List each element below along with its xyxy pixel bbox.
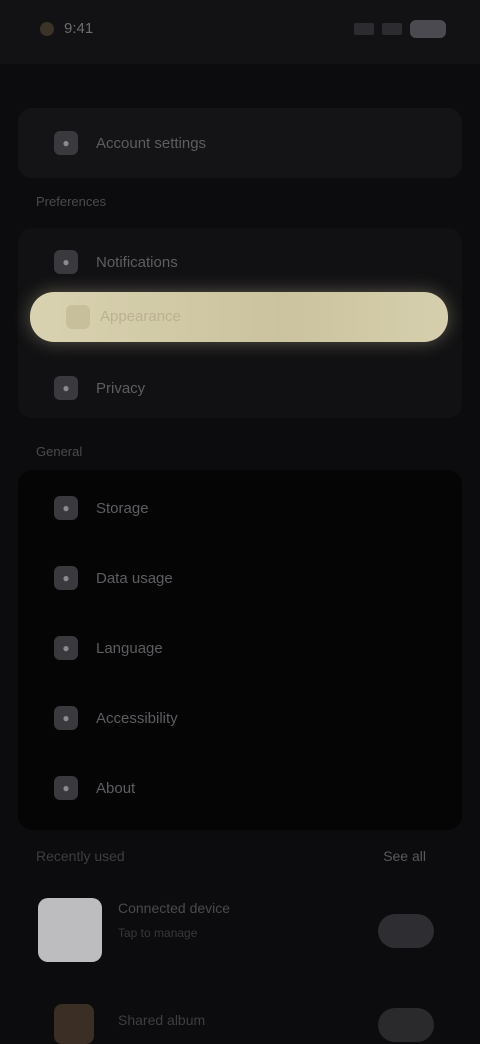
status-icons [354,20,446,38]
list-item[interactable]: ● Storage [18,496,462,520]
folder-icon: ● [54,496,78,520]
user-icon: ● [54,131,78,155]
palette-icon [66,305,90,329]
lock-icon: ● [54,376,78,400]
list-item-label: Storage [96,499,149,517]
battery-icon [410,20,446,38]
see-all-link[interactable]: See all [383,848,426,864]
album-thumbnail[interactable] [54,1004,94,1044]
open-button[interactable] [378,914,434,948]
top-item-label: Account settings [96,134,207,152]
list-item[interactable]: ● Accessibility [18,706,462,730]
card-title: Shared album [118,1012,206,1028]
list-item-label: Appearance [100,308,181,325]
selected-item-highlight[interactable]: Appearance [30,292,448,342]
accessibility-icon: ● [54,706,78,730]
device-thumbnail[interactable] [38,898,102,962]
recent-section-title: Recently used [36,848,125,864]
section-title-general: General [36,444,83,459]
info-icon: ● [54,776,78,800]
list-item[interactable]: ● Notifications [18,250,462,274]
list-item-label: Privacy [96,379,146,397]
bell-icon: ● [54,250,78,274]
status-bar: 9:41 [0,0,480,64]
status-time: 9:41 [64,20,94,37]
open-button[interactable] [378,1008,434,1042]
list-item-label: About [96,779,136,797]
general-card: ● Storage ● Data usage ● Language ● Acce… [18,470,462,830]
list-item-label: Language [96,639,163,657]
wifi-icon [382,23,402,35]
globe-icon: ● [54,636,78,660]
list-item-label: Notifications [96,253,178,271]
card-subtitle: Tap to manage [118,926,198,940]
list-item[interactable]: ● Language [18,636,462,660]
notification-dot-icon [40,21,54,36]
list-item[interactable]: ● Data usage [18,566,462,590]
list-item[interactable]: ● About [18,776,462,800]
top-card: ● Account settings [18,108,462,178]
section-title-preferences: Preferences [36,194,107,209]
signal-icon [354,23,374,35]
list-item-label: Accessibility [96,709,178,727]
list-item[interactable]: ● Privacy [18,376,462,400]
status-left: 9:41 [40,20,93,37]
chart-icon: ● [54,566,78,590]
list-item-label: Data usage [96,569,173,587]
card-title: Connected device [118,900,231,916]
top-item-row[interactable]: ● Account settings [18,131,462,155]
